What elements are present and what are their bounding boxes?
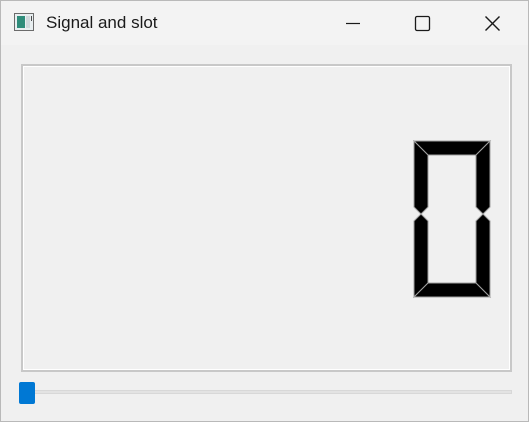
maximize-icon (414, 15, 431, 32)
close-button[interactable] (469, 1, 515, 45)
segment-bottom (413, 282, 492, 298)
slider-handle[interactable] (19, 382, 35, 404)
lcd-digit (413, 140, 492, 299)
slider-groove[interactable] (19, 390, 512, 394)
window-title: Signal and slot (46, 13, 158, 32)
title-bar[interactable]: Signal and slot (1, 1, 528, 45)
lcd-segments (413, 140, 492, 299)
minimize-button[interactable] (329, 1, 375, 45)
main-window: Signal and slot (0, 0, 529, 422)
lcd-number-display (21, 64, 512, 372)
value-slider[interactable] (19, 382, 512, 404)
app-icon (14, 13, 34, 31)
close-icon (485, 16, 500, 31)
minimize-icon (346, 22, 360, 25)
maximize-button[interactable] (399, 1, 445, 45)
